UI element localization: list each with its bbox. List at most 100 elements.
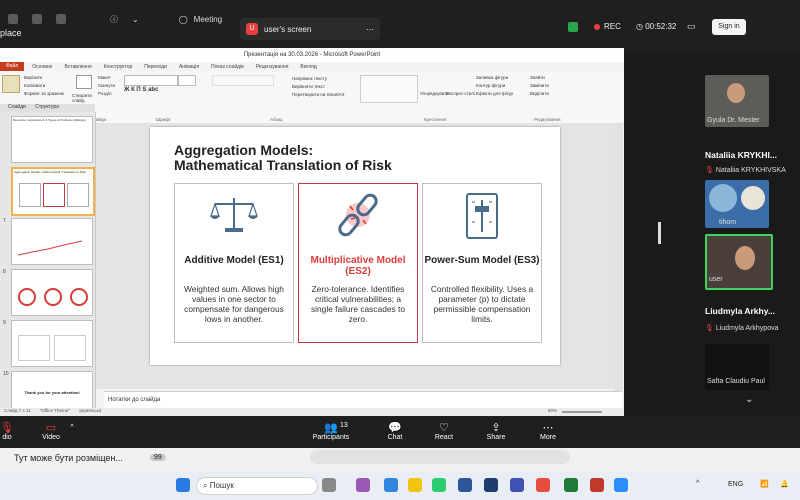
- participant-video[interactable]: tihom: [705, 180, 769, 228]
- shapes-gallery[interactable]: [360, 75, 418, 103]
- new-slide-button[interactable]: Створити слайд: [72, 93, 98, 103]
- info-icon[interactable]: ⓘ: [110, 14, 118, 25]
- tab-review[interactable]: Рецензування: [256, 64, 289, 70]
- zoom-percent[interactable]: 80%: [548, 408, 557, 413]
- quick-styles-button[interactable]: Експрес-стилі: [446, 91, 475, 96]
- cut-button[interactable]: Вирізати: [24, 75, 42, 80]
- tab-insert[interactable]: Вставлення: [64, 64, 91, 70]
- tab-icon[interactable]: [8, 14, 18, 24]
- slide-title: Aggregation Models: Mathematical Transla…: [174, 143, 392, 173]
- chat-button[interactable]: 💬 Chat: [370, 422, 420, 441]
- shape-outline-button[interactable]: Контур фігури: [476, 83, 505, 88]
- arrange-button[interactable]: Упорядкувати: [420, 91, 449, 96]
- convert-smartart-button[interactable]: Перетворити на SmartArt: [292, 92, 344, 97]
- thumbnail-slide-active[interactable]: Aggregation Models: Mathematical Transla…: [11, 167, 95, 216]
- notification-text[interactable]: Тут може бути розміщен...: [14, 453, 123, 463]
- group-font: Шрифт: [156, 117, 171, 122]
- video-options-chevron[interactable]: ^: [66, 424, 78, 431]
- powerpoint-icon[interactable]: [590, 478, 604, 492]
- more-icon: ⋯: [542, 422, 554, 434]
- bold-icon[interactable]: Ж К П S abc: [124, 87, 158, 93]
- task-view-icon[interactable]: [322, 478, 336, 492]
- layout-button[interactable]: Макет: [98, 75, 111, 80]
- chevron-down-icon[interactable]: ⌄: [745, 394, 753, 405]
- teams-icon[interactable]: [356, 478, 370, 492]
- taskbar-search[interactable]: ⌕ Пошук: [196, 477, 318, 495]
- store-icon[interactable]: [432, 478, 446, 492]
- tab-view[interactable]: Вигляд: [300, 64, 316, 70]
- paragraph-controls[interactable]: [212, 75, 274, 86]
- app-icon[interactable]: [510, 478, 524, 492]
- font-size-select[interactable]: [178, 75, 196, 86]
- card-multiplicative: Multiplicative Model (ES2) Zero-toleranc…: [298, 183, 418, 343]
- notification-icon[interactable]: 🔔: [780, 480, 789, 488]
- notification-bar: Тут може бути розміщен... 99: [0, 448, 800, 472]
- text-direction-button[interactable]: Напрямок тексту: [292, 76, 327, 81]
- align-text-button[interactable]: Вирівняти текст: [292, 84, 325, 89]
- thumbnail-slide[interactable]: [11, 320, 93, 367]
- participant-video[interactable]: Gyula Dr. Mester: [705, 75, 769, 127]
- find-button[interactable]: Знайти: [530, 75, 545, 80]
- tab-slideshow[interactable]: Показ слайдів: [211, 64, 244, 70]
- tab-file[interactable]: Файл: [0, 62, 25, 71]
- more-button[interactable]: ⋯ More: [523, 422, 573, 441]
- more-options-icon[interactable]: ⋯: [366, 25, 374, 34]
- thumb-number: 7: [3, 218, 6, 224]
- chrome-icon[interactable]: [536, 478, 550, 492]
- meeting-tab[interactable]: Meeting: [194, 15, 222, 24]
- tab-home[interactable]: Основне: [32, 64, 52, 70]
- thumbnail-slide[interactable]: Resource Constraints & 3 Types of Proble…: [11, 116, 93, 163]
- panel-resize-handle[interactable]: [658, 222, 661, 244]
- new-slide-icon[interactable]: [76, 75, 92, 89]
- replace-button[interactable]: Замінити: [530, 83, 549, 88]
- thumbnail-slide[interactable]: [11, 269, 93, 316]
- zoom-slider[interactable]: [562, 411, 602, 413]
- tab-icon[interactable]: [56, 14, 66, 24]
- participant-name: Safta Claudiu Paul: [707, 378, 765, 385]
- reset-button[interactable]: Скинути: [98, 83, 115, 88]
- tab-outline[interactable]: Структура: [35, 104, 59, 110]
- edge-icon[interactable]: [384, 478, 398, 492]
- tab-transitions[interactable]: Переходи: [144, 64, 167, 70]
- explorer-icon[interactable]: [408, 478, 422, 492]
- react-button[interactable]: ♡ React: [419, 422, 469, 441]
- word-icon[interactable]: [458, 478, 472, 492]
- screen-share-indicator[interactable]: U user's screen ⋯: [240, 18, 380, 40]
- app-icon[interactable]: [564, 478, 578, 492]
- wifi-icon[interactable]: 📶: [760, 480, 769, 488]
- vertical-scrollbar[interactable]: [614, 123, 623, 393]
- recording-indicator[interactable]: REC: [594, 22, 621, 31]
- select-button[interactable]: Виділити: [530, 91, 549, 96]
- tab-design[interactable]: Конструктор: [104, 64, 133, 70]
- view-options-icon[interactable]: ▭: [687, 21, 696, 32]
- sign-in-button[interactable]: Sign in: [712, 19, 746, 35]
- group-editing: Редагування: [534, 117, 561, 122]
- left-partial-label: place: [0, 28, 22, 38]
- tab-slides[interactable]: Слайди: [8, 104, 26, 110]
- font-family-select[interactable]: [124, 75, 178, 86]
- shape-effects-button[interactable]: Ефекти для фігур: [476, 91, 513, 96]
- copy-button[interactable]: Копіювати: [24, 83, 45, 88]
- start-icon[interactable]: [176, 478, 190, 492]
- shape-fill-button[interactable]: Заливка фігури: [476, 75, 508, 80]
- section-button[interactable]: Розділ: [98, 91, 111, 96]
- language-indicator[interactable]: ENG: [728, 481, 743, 488]
- search-icon: ⌕: [203, 481, 208, 490]
- thumbnail-slide[interactable]: [11, 218, 93, 265]
- slide-notes[interactable]: Нотатки до слайда: [104, 391, 622, 408]
- share-button[interactable]: ⇪ Share: [471, 422, 521, 441]
- participants-button[interactable]: 👥 Participants: [306, 422, 356, 441]
- tray-chevron-icon[interactable]: ^: [696, 480, 699, 487]
- mic-muted-icon: 🎙: [705, 325, 714, 332]
- participant-video-active[interactable]: user: [705, 234, 773, 290]
- chevron-down-icon[interactable]: ⌄: [132, 15, 139, 24]
- shield-icon[interactable]: [568, 22, 578, 32]
- participant-video[interactable]: Safta Claudiu Paul: [705, 344, 769, 390]
- paste-icon[interactable]: [2, 75, 20, 93]
- app-b-icon[interactable]: [484, 478, 498, 492]
- card-title: Multiplicative Model (ES2): [310, 255, 406, 277]
- format-painter-button[interactable]: Формат за зразком: [24, 91, 64, 96]
- tab-icon[interactable]: [32, 14, 42, 24]
- zoom-icon[interactable]: [614, 478, 628, 492]
- tab-animations[interactable]: Анімація: [179, 64, 199, 70]
